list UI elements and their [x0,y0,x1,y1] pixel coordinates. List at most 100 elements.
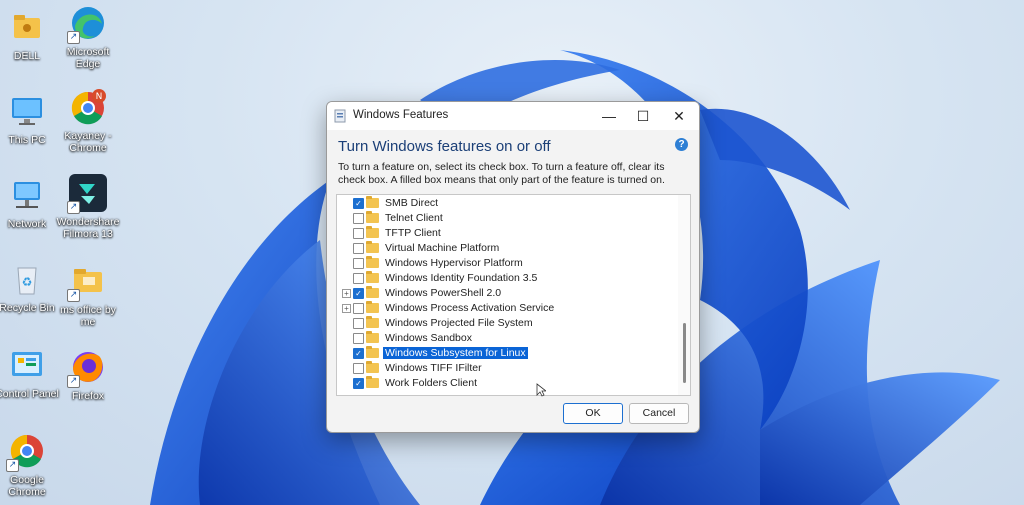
desktop-icon-this-pc[interactable]: This PC [0,92,60,146]
scrollbar-thumb[interactable] [683,323,686,383]
feature-row[interactable]: Windows Identity Foundation 3.5 [337,271,677,286]
desktop-icon-firefox[interactable]: ↗ Firefox [55,348,121,402]
desktop-icon-label: ms office by me [60,304,116,328]
windows-features-icon [334,109,346,123]
feature-label: Windows Sandbox [385,332,472,344]
features-tree[interactable]: ✓ SMB Direct Telnet Client TFTP Client Virtu… [336,194,691,396]
folder-icon: ↗ [67,262,107,302]
feature-row[interactable]: + ✓ Windows PowerShell 2.0 [337,286,677,301]
folder-icon [366,286,379,298]
desktop-icon-label: Microsoft Edge [66,46,110,70]
svg-text:N: N [96,92,103,102]
shortcut-arrow-icon: ↗ [67,31,80,44]
feature-row[interactable]: Windows Projected File System [337,316,677,331]
feature-row[interactable]: Windows TIFF IFilter [337,361,677,376]
feature-checkbox[interactable] [353,258,364,269]
computer-icon [8,92,46,130]
expand-icon[interactable]: + [342,289,351,298]
feature-checkbox[interactable] [353,333,364,344]
dialog-description: To turn a feature on, select its check b… [338,161,665,186]
shortcut-arrow-icon: ↗ [67,289,80,302]
scrollbar[interactable] [678,195,690,395]
folder-icon [366,196,379,208]
windows-features-dialog: Windows Features — ☐ ✕ Turn Windows feat… [326,101,700,433]
feature-checkbox[interactable] [353,228,364,239]
feature-checkbox[interactable] [353,243,364,254]
desktop-icon-dell[interactable]: DELL [0,8,60,62]
feature-row[interactable]: + Windows Process Activation Service [337,301,677,316]
feature-row[interactable]: ✓ Work Folders Client [337,376,677,391]
filmora-icon: ↗ [67,174,107,214]
desktop-icon-kayaney-chrome[interactable]: N Kayaney - Chrome [55,88,121,154]
feature-row[interactable]: ✓ Windows Subsystem for Linux [337,346,677,361]
folder-icon [8,8,46,46]
desktop-icon-label: Control Panel [0,388,59,400]
feature-row[interactable]: Windows Hypervisor Platform [337,256,677,271]
feature-label: Windows PowerShell 2.0 [385,287,502,299]
folder-icon [366,376,379,388]
feature-checkbox[interactable]: ✓ [353,288,364,299]
desktop-icon-recycle-bin[interactable]: ♻ Recycle Bin [0,260,60,314]
desktop-icon-filmora[interactable]: ↗ Wondershare Filmora 13 [55,174,121,240]
desktop-icon-label: Wondershare Filmora 13 [56,216,120,240]
feature-row[interactable]: Virtual Machine Platform [337,241,677,256]
desktop-icon-network[interactable]: Network [0,176,60,230]
folder-icon [366,211,379,223]
network-icon [8,176,46,214]
desktop-icon-microsoft-edge[interactable]: ↗ Microsoft Edge [55,4,121,70]
folder-icon [366,346,379,358]
feature-label: Telnet Client [385,212,443,224]
folder-icon [366,271,379,283]
chrome-icon: ↗ [6,432,46,472]
title-bar[interactable]: Windows Features — ☐ ✕ [327,102,699,130]
dialog-title: Windows Features [353,109,449,121]
desktop-icon-label: Google Chrome [8,474,46,498]
cancel-button[interactable]: Cancel [629,403,689,424]
desktop-icon-label: DELL [13,50,41,62]
feature-row[interactable]: TFTP Client [337,226,677,241]
folder-icon [366,316,379,328]
chrome-profile-icon: N [69,88,107,126]
feature-row[interactable]: Telnet Client [337,211,677,226]
folder-icon [366,361,379,373]
desktop-icon-label: Recycle Bin [0,302,55,314]
feature-checkbox[interactable] [353,363,364,374]
shortcut-arrow-icon: ↗ [6,459,19,472]
shortcut-arrow-icon: ↗ [67,201,80,214]
feature-label: Virtual Machine Platform [385,242,500,254]
help-icon[interactable]: ? [675,138,688,151]
feature-checkbox[interactable]: ✓ [353,348,364,359]
desktop-icon-ms-office[interactable]: ↗ ms office by me [55,262,121,328]
feature-checkbox[interactable] [353,318,364,329]
feature-label: Windows Identity Foundation 3.5 [385,272,538,284]
folder-icon [366,226,379,238]
feature-label: Windows Process Activation Service [385,302,555,314]
mouse-cursor-icon [536,383,546,397]
feature-label: Windows TIFF IFilter [385,362,482,374]
desktop-icon-google-chrome[interactable]: ↗ Google Chrome [0,432,60,498]
edge-icon: ↗ [67,4,107,44]
desktop-icon-label: This PC [8,134,46,146]
desktop-icon-label: Firefox [71,390,105,402]
feature-checkbox[interactable] [353,213,364,224]
feature-checkbox[interactable] [353,303,364,314]
feature-checkbox[interactable]: ✓ [353,378,364,389]
minimize-button[interactable]: — [591,104,627,128]
feature-label: TFTP Client [385,227,441,239]
control-panel-icon [8,346,46,384]
feature-label: Windows Projected File System [385,317,533,329]
folder-icon [366,301,379,313]
feature-row[interactable]: Windows Sandbox [337,331,677,346]
dialog-heading: Turn Windows features on or off [338,138,551,155]
feature-checkbox[interactable]: ✓ [353,198,364,209]
desktop-icon-control-panel[interactable]: Control Panel [0,346,60,400]
close-button[interactable]: ✕ [661,104,697,128]
maximize-button[interactable]: ☐ [625,104,661,128]
feature-checkbox[interactable] [353,273,364,284]
ok-button[interactable]: OK [563,403,623,424]
feature-label: SMB Direct [385,197,439,209]
feature-row[interactable]: ✓ SMB Direct [337,196,677,211]
firefox-icon: ↗ [67,348,107,388]
desktop-icon-label: Network [7,218,47,230]
expand-icon[interactable]: + [342,304,351,313]
